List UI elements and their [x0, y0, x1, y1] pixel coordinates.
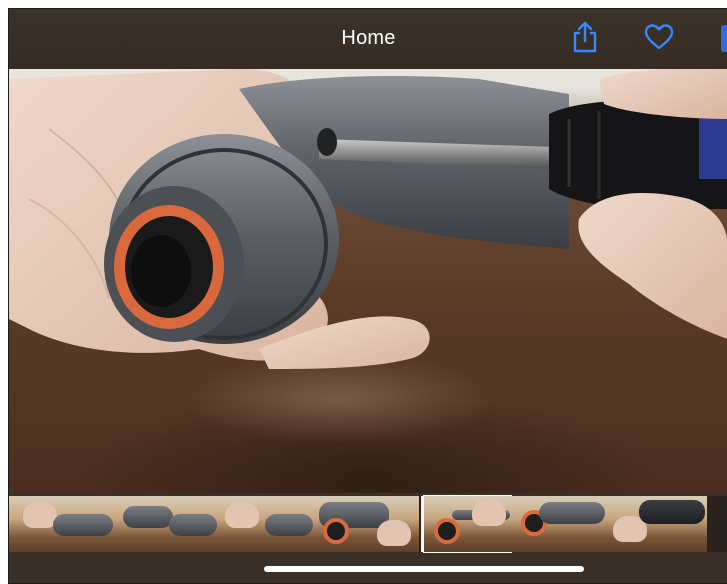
- favorite-button[interactable]: [641, 21, 677, 57]
- album-title: Home: [341, 27, 396, 49]
- main-photo[interactable]: [9, 69, 727, 493]
- info-button-partial[interactable]: [721, 25, 727, 52]
- thumbnail-2[interactable]: [119, 496, 217, 552]
- photo-illustration: [9, 69, 727, 444]
- thumbnail-3[interactable]: [217, 496, 315, 552]
- thumbnail-4[interactable]: [315, 496, 419, 552]
- share-button[interactable]: [567, 21, 603, 57]
- share-icon: [571, 20, 599, 59]
- thumbnail-6[interactable]: [511, 496, 609, 552]
- thumbnail-1[interactable]: [9, 496, 119, 552]
- current-position-marker: [421, 496, 423, 552]
- photo-viewer-window: Home: [8, 8, 727, 584]
- thumbnail-5-current[interactable]: [423, 495, 512, 553]
- thumbnail-7[interactable]: [609, 496, 707, 552]
- top-navigation-bar: Home: [9, 9, 727, 69]
- thumbnail-filmstrip[interactable]: [9, 495, 727, 553]
- heart-icon: [643, 23, 675, 56]
- home-indicator-bar[interactable]: [264, 566, 584, 572]
